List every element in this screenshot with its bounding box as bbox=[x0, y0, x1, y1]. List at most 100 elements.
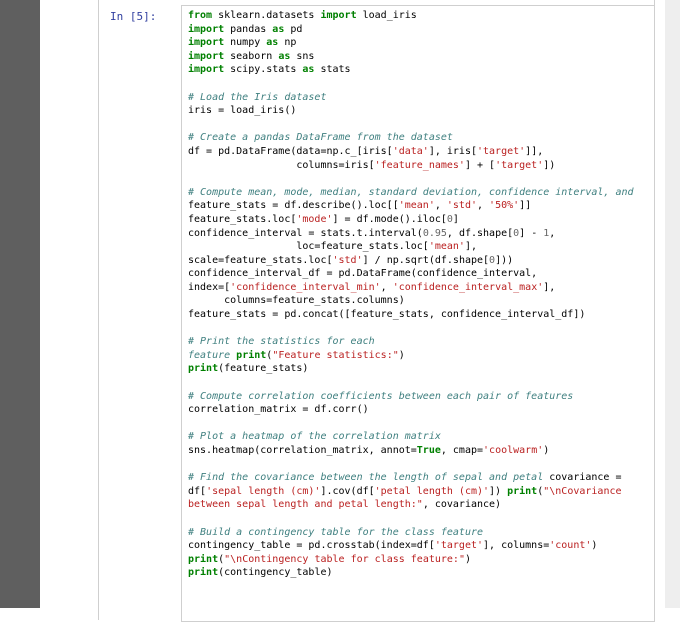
code-token: ].cov(df[ bbox=[320, 485, 375, 497]
code-token: ] + [ bbox=[464, 159, 496, 171]
code-token: ] - bbox=[519, 227, 544, 239]
code-input-area[interactable]: from sklearn.datasets import load_iris im… bbox=[181, 5, 655, 622]
code-token: 'sepal length (cm)' bbox=[206, 485, 321, 497]
code-line: columns=feature_stats.columns) bbox=[188, 294, 634, 308]
code-line: contingency_table = pd.crosstab(index=df… bbox=[188, 539, 634, 553]
code-line: # Print the statistics for each bbox=[188, 335, 634, 349]
code-token: as bbox=[278, 50, 291, 62]
code-token: import bbox=[188, 23, 225, 35]
code-token: ]], bbox=[525, 145, 544, 157]
code-line: columns=iris['feature_names'] + ['target… bbox=[188, 159, 634, 173]
code-line: df['sepal length (cm)'].cov(df['petal le… bbox=[188, 485, 634, 499]
left-panel bbox=[0, 0, 40, 608]
code-token: ) bbox=[543, 445, 550, 456]
code-token: , covariance) bbox=[422, 499, 502, 511]
code-token: 'mean' bbox=[428, 241, 465, 253]
code-token: numpy bbox=[224, 37, 267, 49]
code-token: columns=iris[ bbox=[188, 159, 375, 171]
code-token: 'target' bbox=[495, 159, 544, 171]
code-token: confidence_interval_df = pd.DataFrame(co… bbox=[188, 268, 538, 280]
code-token: # Build a contingency table for the clas… bbox=[188, 526, 484, 538]
scrollbar-track[interactable] bbox=[665, 0, 680, 608]
code-token: scipy.stats bbox=[224, 64, 303, 76]
code-token: True bbox=[416, 445, 441, 456]
code-token: print bbox=[188, 567, 219, 579]
code-token: load_iris bbox=[356, 10, 417, 21]
code-token: sns.heatmap(correlation_matrix, annot= bbox=[188, 445, 417, 456]
code-line: print(contingency_table) bbox=[188, 566, 634, 580]
code-token: sklearn.datasets bbox=[212, 10, 321, 21]
code-token: # Find the covariance between the length… bbox=[188, 472, 544, 484]
code-line: import scipy.stats as stats bbox=[188, 63, 634, 77]
code-line: confidence_interval_df = pd.DataFrame(co… bbox=[188, 267, 634, 281]
code-token: stats bbox=[314, 64, 351, 76]
code-token: # Load the Iris dataset bbox=[188, 91, 327, 103]
code-token: 'target' bbox=[434, 540, 484, 552]
code-token: feature_stats = df.describe().loc[[ bbox=[188, 200, 399, 212]
code-line: # Plot a heatmap of the correlation matr… bbox=[188, 430, 634, 444]
code-token: # Compute mean, mode, median, standard d… bbox=[188, 186, 634, 198]
code-token: 'confidence_interval_min' bbox=[230, 281, 381, 293]
code-token: ]] bbox=[519, 200, 532, 212]
code-token: print bbox=[507, 485, 538, 497]
code-token: # Create a pandas DataFrame from the dat… bbox=[188, 132, 453, 144]
code-token: (contingency_table) bbox=[218, 567, 333, 579]
code-line: between sepal length and petal length:",… bbox=[188, 498, 634, 512]
code-token: , bbox=[477, 200, 490, 212]
code-line: loc=feature_stats.loc['mean'], bbox=[188, 240, 634, 254]
code-token: loc=feature_stats.loc[ bbox=[188, 241, 429, 253]
code-editor[interactable]: from sklearn.datasets import load_iris im… bbox=[188, 9, 634, 580]
code-token: pandas bbox=[224, 23, 273, 35]
code-line: print(feature_stats) bbox=[188, 362, 634, 376]
code-token: 'target' bbox=[477, 145, 526, 157]
code-line: feature_stats = pd.concat([feature_stats… bbox=[188, 308, 634, 322]
code-token: index=[ bbox=[188, 281, 231, 293]
code-token: , df.shape[ bbox=[446, 227, 514, 239]
code-token: ], iris[ bbox=[428, 145, 477, 157]
cell-prompt: In [5]: bbox=[110, 10, 157, 23]
code-line: # Compute correlation coefficients betwe… bbox=[188, 390, 634, 404]
code-token: ], bbox=[464, 241, 477, 253]
code-token: 'mean' bbox=[398, 200, 435, 212]
code-token: ) bbox=[591, 540, 598, 552]
code-token: np bbox=[278, 37, 297, 49]
code-token: iris = load_iris() bbox=[188, 105, 297, 117]
code-token: ] / np.sqrt(df.shape[ bbox=[362, 254, 490, 266]
code-token: "\nContingency table for class feature:" bbox=[224, 553, 465, 565]
code-line: # Build a contingency table for the clas… bbox=[188, 526, 634, 540]
code-token: # Plot a heatmap of the correlation matr… bbox=[188, 431, 441, 443]
code-token: '50%' bbox=[489, 200, 520, 212]
code-token: import bbox=[188, 37, 225, 49]
code-token: scale=feature_stats.loc[ bbox=[188, 254, 333, 266]
code-token: "Feature statistics:" bbox=[272, 349, 399, 361]
code-token: df[ bbox=[188, 485, 207, 497]
code-line: # Load the Iris dataset bbox=[188, 91, 634, 105]
code-line: feature_stats.loc['mode'] = df.mode().il… bbox=[188, 213, 634, 227]
code-token: , bbox=[434, 200, 447, 212]
code-token: pd bbox=[284, 23, 303, 35]
code-token: ]) bbox=[543, 159, 556, 171]
code-line: print("\nContingency table for class fea… bbox=[188, 553, 634, 567]
code-token: feature_stats.loc[ bbox=[188, 213, 297, 225]
code-token: 'feature_names' bbox=[374, 159, 465, 171]
code-token: correlation_matrix = df.corr() bbox=[188, 404, 369, 416]
code-token: 'count' bbox=[549, 540, 592, 552]
code-token: covariance = bbox=[543, 472, 622, 484]
code-token: ], columns= bbox=[483, 540, 550, 552]
code-token: 'confidence_interval_max' bbox=[392, 281, 544, 293]
code-token: 'data' bbox=[392, 145, 429, 157]
code-token: # Print the statistics for each bbox=[188, 336, 375, 348]
code-token: feature bbox=[188, 349, 237, 361]
code-token: ) bbox=[398, 349, 405, 361]
code-token: print bbox=[188, 553, 219, 565]
code-token: seaborn bbox=[224, 50, 279, 62]
code-token: 'coolwarm' bbox=[483, 445, 544, 456]
code-token: feature_stats = pd.concat([feature_stats… bbox=[188, 309, 586, 321]
code-line: sns.heatmap(correlation_matrix, annot=Tr… bbox=[188, 444, 634, 458]
code-token: , cmap= bbox=[440, 445, 484, 456]
code-line: from sklearn.datasets import load_iris bbox=[188, 9, 634, 23]
code-line: # Find the covariance between the length… bbox=[188, 471, 634, 485]
